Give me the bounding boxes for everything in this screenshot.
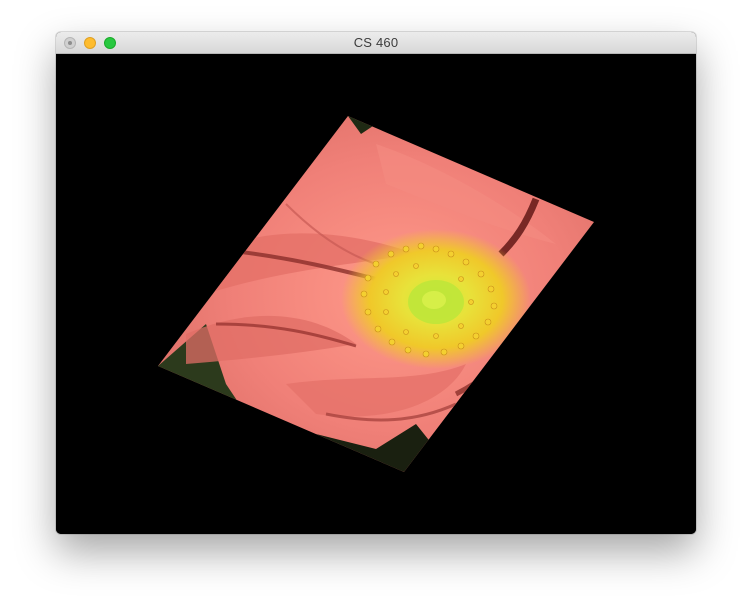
- title-bar[interactable]: CS 460: [56, 32, 696, 54]
- app-window: CS 460: [56, 32, 696, 534]
- render-canvas[interactable]: [56, 54, 696, 534]
- window-title: CS 460: [353, 35, 399, 50]
- flower-photo: [158, 116, 594, 472]
- flower-image: [158, 116, 594, 472]
